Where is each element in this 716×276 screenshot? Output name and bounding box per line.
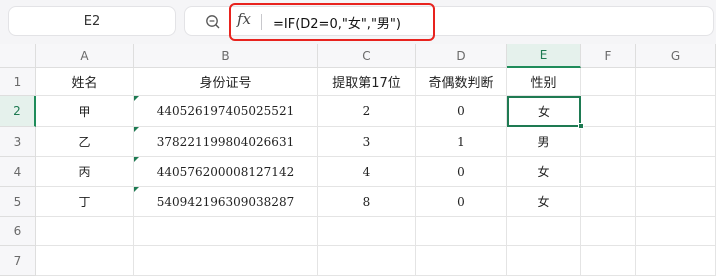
cell-a3[interactable]: 乙 (36, 127, 134, 157)
column-header-d[interactable]: D (416, 44, 507, 68)
formula-highlight-box (229, 3, 435, 41)
cell-e3[interactable]: 男 (507, 127, 581, 157)
column-header-e[interactable]: E (507, 44, 581, 68)
cell-g6[interactable] (636, 217, 716, 246)
cell-f3[interactable] (581, 127, 636, 157)
fill-handle[interactable] (578, 123, 584, 129)
cell-g3[interactable] (636, 127, 716, 157)
row-header-5[interactable]: 5 (0, 187, 36, 217)
row-header-7[interactable]: 7 (0, 246, 36, 276)
cell-d5[interactable]: 0 (416, 187, 507, 217)
cell-d2[interactable]: 0 (416, 96, 507, 127)
row-header-6[interactable]: 6 (0, 217, 36, 246)
error-indicator-icon (134, 96, 139, 101)
cell-f7[interactable] (581, 246, 636, 276)
cell-b5[interactable]: 540942196309038287 (134, 187, 318, 217)
cell-b2[interactable]: 440526197405025521 (134, 96, 318, 127)
cell-a6[interactable] (36, 217, 134, 246)
cell-a5[interactable]: 丁 (36, 187, 134, 217)
cell-e4[interactable]: 女 (507, 157, 581, 187)
cell-e6[interactable] (507, 217, 581, 246)
column-header-a[interactable]: A (36, 44, 134, 68)
error-indicator-icon (134, 127, 139, 132)
cell-d7[interactable] (416, 246, 507, 276)
cell-b1[interactable]: 身份证号 (134, 68, 318, 96)
cell-f2[interactable] (581, 96, 636, 127)
row-header-4[interactable]: 4 (0, 157, 36, 187)
cell-a1[interactable]: 姓名 (36, 68, 134, 96)
cell-a7[interactable] (36, 246, 134, 276)
cell-g5[interactable] (636, 187, 716, 217)
cell-g7[interactable] (636, 246, 716, 276)
cell-c1[interactable]: 提取第17位 (318, 68, 416, 96)
cell-d1[interactable]: 奇偶数判断 (416, 68, 507, 96)
cell-d6[interactable] (416, 217, 507, 246)
column-header-g[interactable]: G (636, 44, 716, 68)
cell-b6[interactable] (134, 217, 318, 246)
cell-f4[interactable] (581, 157, 636, 187)
cell-g4[interactable] (636, 157, 716, 187)
cell-a2[interactable]: 甲 (36, 96, 134, 127)
cell-c2[interactable]: 2 (318, 96, 416, 127)
cell-c4[interactable]: 4 (318, 157, 416, 187)
zoom-icon[interactable] (205, 14, 221, 30)
cell-c5[interactable]: 8 (318, 187, 416, 217)
row-header-3[interactable]: 3 (0, 127, 36, 157)
cell-e1[interactable]: 性别 (507, 68, 581, 96)
cell-a4[interactable]: 丙 (36, 157, 134, 187)
cell-c6[interactable] (318, 217, 416, 246)
cell-f1[interactable] (581, 68, 636, 96)
error-indicator-icon (134, 187, 139, 192)
cell-e2[interactable]: 女 (507, 96, 581, 127)
cell-f6[interactable] (581, 217, 636, 246)
row-header-1[interactable]: 1 (0, 68, 36, 96)
cell-b7[interactable] (134, 246, 318, 276)
cell-e5[interactable]: 女 (507, 187, 581, 217)
column-header-b[interactable]: B (134, 44, 318, 68)
cell-b3[interactable]: 378221199804026631 (134, 127, 318, 157)
row-header-2[interactable]: 2 (0, 96, 36, 127)
name-box[interactable]: E2 (8, 6, 176, 36)
select-all-corner[interactable] (0, 44, 36, 68)
cell-c3[interactable]: 3 (318, 127, 416, 157)
cell-f5[interactable] (581, 187, 636, 217)
cell-g1[interactable] (636, 68, 716, 96)
error-indicator-icon (134, 157, 139, 162)
column-header-c[interactable]: C (318, 44, 416, 68)
cell-b4[interactable]: 440576200008127142 (134, 157, 318, 187)
cell-c7[interactable] (318, 246, 416, 276)
column-header-f[interactable]: F (581, 44, 636, 68)
cell-e7[interactable] (507, 246, 581, 276)
cell-reference: E2 (83, 13, 101, 29)
cell-d4[interactable]: 0 (416, 157, 507, 187)
cell-d3[interactable]: 1 (416, 127, 507, 157)
cell-g2[interactable] (636, 96, 716, 127)
